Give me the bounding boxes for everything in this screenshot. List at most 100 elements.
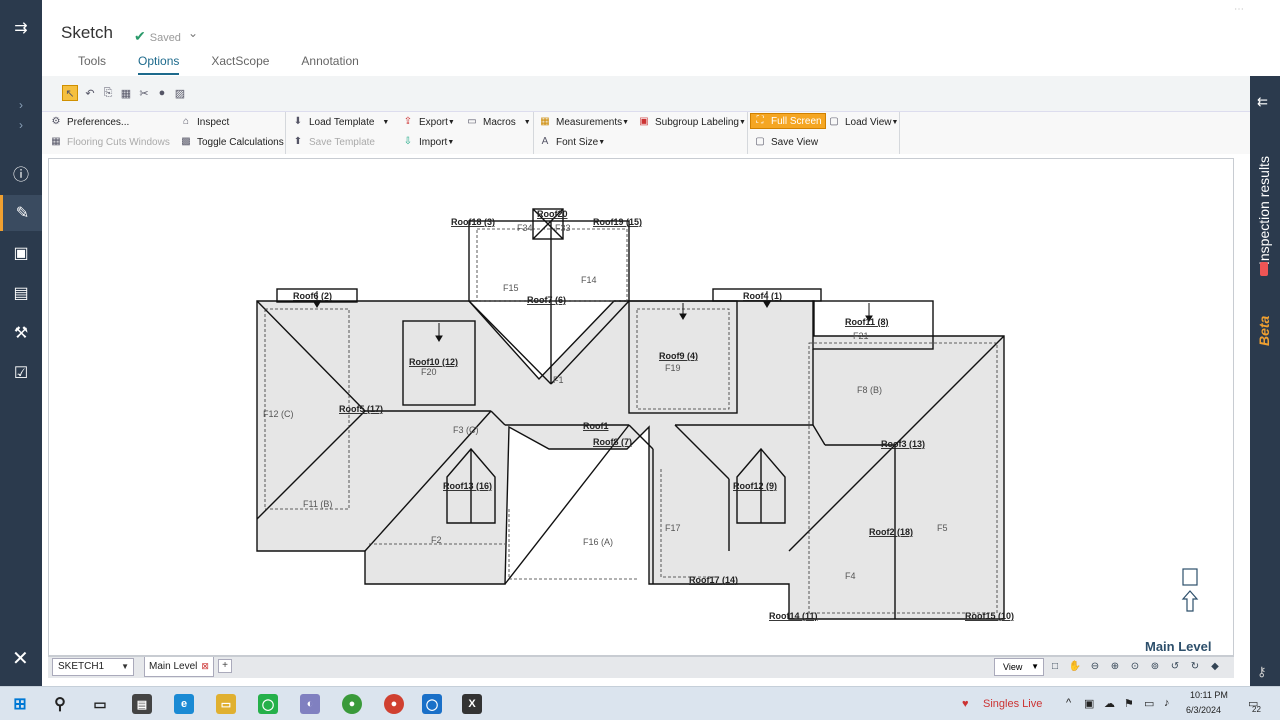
- face-label[interactable]: F3 (C): [453, 425, 479, 435]
- redo-view-icon[interactable]: ↻: [1188, 660, 1202, 674]
- tab-options[interactable]: Options: [138, 54, 180, 75]
- roof-label[interactable]: Roof10 (12): [409, 357, 458, 367]
- zoom-in-icon[interactable]: ⊕: [1108, 660, 1122, 674]
- inspect-button[interactable]: ⌂ Inspect: [180, 116, 229, 128]
- roof-label[interactable]: Roof17 (14): [689, 575, 738, 585]
- face-label[interactable]: F5: [937, 523, 948, 533]
- photos-icon[interactable]: ▣: [0, 235, 42, 271]
- copy-icon[interactable]: ⎘: [100, 85, 116, 101]
- select-pointer-icon[interactable]: ↖: [62, 85, 78, 101]
- roof-label[interactable]: Roof3 (13): [881, 439, 925, 449]
- tab-main-level[interactable]: Main Level ⊠: [144, 657, 214, 677]
- chevron-right-icon[interactable]: ›: [0, 98, 42, 112]
- face-label[interactable]: F1: [553, 375, 564, 385]
- zoom-fit-icon[interactable]: ⊙: [1128, 660, 1142, 674]
- tab-tools[interactable]: Tools: [78, 54, 106, 75]
- roof-label[interactable]: Roof5 (17): [339, 404, 383, 414]
- sketch-select[interactable]: SKETCH1 ▼: [52, 658, 134, 676]
- measurements-button[interactable]: ▦ Measurements ▼: [539, 116, 629, 128]
- clock-time[interactable]: 10:11 PM: [1190, 690, 1228, 700]
- face-label[interactable]: F19: [665, 363, 681, 373]
- macros-button[interactable]: ▭ Macros ▼: [466, 116, 530, 128]
- close-tab-icon[interactable]: ⊠: [201, 661, 209, 671]
- toggle-calculations-button[interactable]: ▩ Toggle Calculations: [180, 136, 283, 148]
- view-select[interactable]: View ▼: [994, 658, 1044, 676]
- expand-panel-icon[interactable]: ⇇: [1257, 94, 1268, 110]
- chevron-down-icon[interactable]: ⌄: [188, 26, 198, 40]
- wrench-icon[interactable]: ⚒: [0, 315, 42, 351]
- font-size-button[interactable]: A Font Size ▼: [539, 136, 606, 148]
- roof-label[interactable]: Roof12 (9): [733, 481, 777, 491]
- roof-label[interactable]: Roof14 (11): [769, 611, 818, 621]
- format-icon[interactable]: ▨: [172, 85, 188, 101]
- clock-date[interactable]: 6/3/2024: [1186, 705, 1221, 715]
- roof-label[interactable]: Roof13 (16): [443, 481, 492, 491]
- face-label[interactable]: F4: [845, 571, 856, 581]
- face-label[interactable]: F17: [665, 523, 681, 533]
- face-label[interactable]: F34: [517, 223, 533, 233]
- full-screen-button[interactable]: ⛶ Full Screen: [750, 113, 826, 129]
- face-label[interactable]: F11 (B): [303, 499, 332, 509]
- roof-label[interactable]: Roof15 (10): [965, 611, 1014, 621]
- pin-icon[interactable]: ●: [154, 85, 170, 101]
- collapse-nav-icon[interactable]: ⇉: [0, 10, 42, 46]
- app-icon[interactable]: ◐: [300, 694, 320, 714]
- close-icon[interactable]: ✕: [12, 646, 29, 671]
- roof-label[interactable]: Roof6 (2): [293, 291, 332, 301]
- edge-icon[interactable]: e: [174, 694, 194, 714]
- load-template-button[interactable]: ⬇ Load Template ▼: [292, 116, 390, 128]
- sketch-canvas[interactable]: Roof18 (3) Roof20 Roof19 (15) F34 F33 F15 F14 R…: [48, 158, 1234, 656]
- volume-icon[interactable]: ♪: [1164, 697, 1170, 709]
- subgroup-labeling-button[interactable]: ▣ Subgroup Labeling ▼: [638, 116, 746, 128]
- 3d-view-icon[interactable]: ◆: [1208, 660, 1222, 674]
- windows-start-icon[interactable]: ⊞: [10, 694, 30, 714]
- pan-hand-icon[interactable]: ✋: [1068, 660, 1082, 674]
- face-label[interactable]: F8 (B): [857, 385, 882, 395]
- search-icon[interactable]: ⚲: [50, 694, 70, 714]
- whatsapp-icon[interactable]: ◯: [258, 694, 278, 714]
- roof-label[interactable]: Roof2 (18): [869, 527, 913, 537]
- chrome-icon[interactable]: ●: [342, 694, 362, 714]
- load-view-button[interactable]: ▢ Load View ▼: [828, 116, 898, 128]
- roof-label[interactable]: Roof9 (4): [659, 351, 698, 361]
- cut-icon[interactable]: ✂: [136, 85, 152, 101]
- zoom-selection-icon[interactable]: ⊚: [1148, 660, 1162, 674]
- add-level-button[interactable]: +: [218, 659, 232, 673]
- tab-annotation[interactable]: Annotation: [301, 54, 358, 75]
- undo-view-icon[interactable]: ↺: [1168, 660, 1182, 674]
- chevron-right-icon[interactable]: ›: [0, 118, 42, 132]
- network-icon[interactable]: ▭: [1144, 697, 1154, 710]
- singles-live-icon[interactable]: ♥: [962, 698, 969, 710]
- chrome-profile-icon[interactable]: ●: [384, 694, 404, 714]
- camera-icon[interactable]: ▣: [1084, 697, 1094, 710]
- task-view-icon[interactable]: ▭: [90, 694, 110, 714]
- tray-chevron-icon[interactable]: ^: [1066, 697, 1071, 709]
- key-icon[interactable]: ⚷: [1257, 664, 1267, 680]
- roof-label[interactable]: Roof19 (15): [593, 217, 642, 227]
- paste-icon[interactable]: ▦: [118, 85, 134, 101]
- face-label[interactable]: F33: [555, 223, 571, 233]
- preferences-button[interactable]: ⚙ Preferences...: [50, 116, 130, 128]
- file-explorer-icon[interactable]: ▭: [216, 694, 236, 714]
- sketch-pencil-icon[interactable]: ✎: [0, 195, 42, 231]
- xactimate-alt-icon[interactable]: ◯: [422, 694, 442, 714]
- face-label[interactable]: F21: [853, 331, 869, 341]
- documents-icon[interactable]: ▤: [0, 275, 42, 311]
- roof-label[interactable]: Roof7 (6): [527, 295, 566, 305]
- roof-drawing[interactable]: Roof18 (3) Roof20 Roof19 (15) F34 F33 F15 F14 R…: [49, 159, 1235, 657]
- roof-label[interactable]: Roof11 (8): [845, 317, 889, 327]
- flag-icon[interactable]: ⚑: [1124, 697, 1134, 710]
- face-label[interactable]: F20: [421, 367, 437, 377]
- tab-xactscope[interactable]: XactScope: [211, 54, 269, 75]
- xactimate-icon[interactable]: X: [462, 694, 482, 714]
- face-label[interactable]: F2: [431, 535, 442, 545]
- save-view-button[interactable]: ▢ Save View: [754, 136, 818, 148]
- face-label[interactable]: F14: [581, 275, 597, 285]
- roof-label[interactable]: Roof18 (3): [451, 217, 495, 227]
- cloud-icon[interactable]: ☁: [1104, 697, 1115, 710]
- face-label[interactable]: F15: [503, 283, 519, 293]
- flooring-cuts-button[interactable]: ▦ Flooring Cuts Windows: [50, 136, 170, 148]
- face-label[interactable]: F12 (C): [263, 409, 294, 419]
- info-icon[interactable]: ⓘ: [0, 155, 42, 191]
- roof-label[interactable]: Roof4 (1): [743, 291, 782, 301]
